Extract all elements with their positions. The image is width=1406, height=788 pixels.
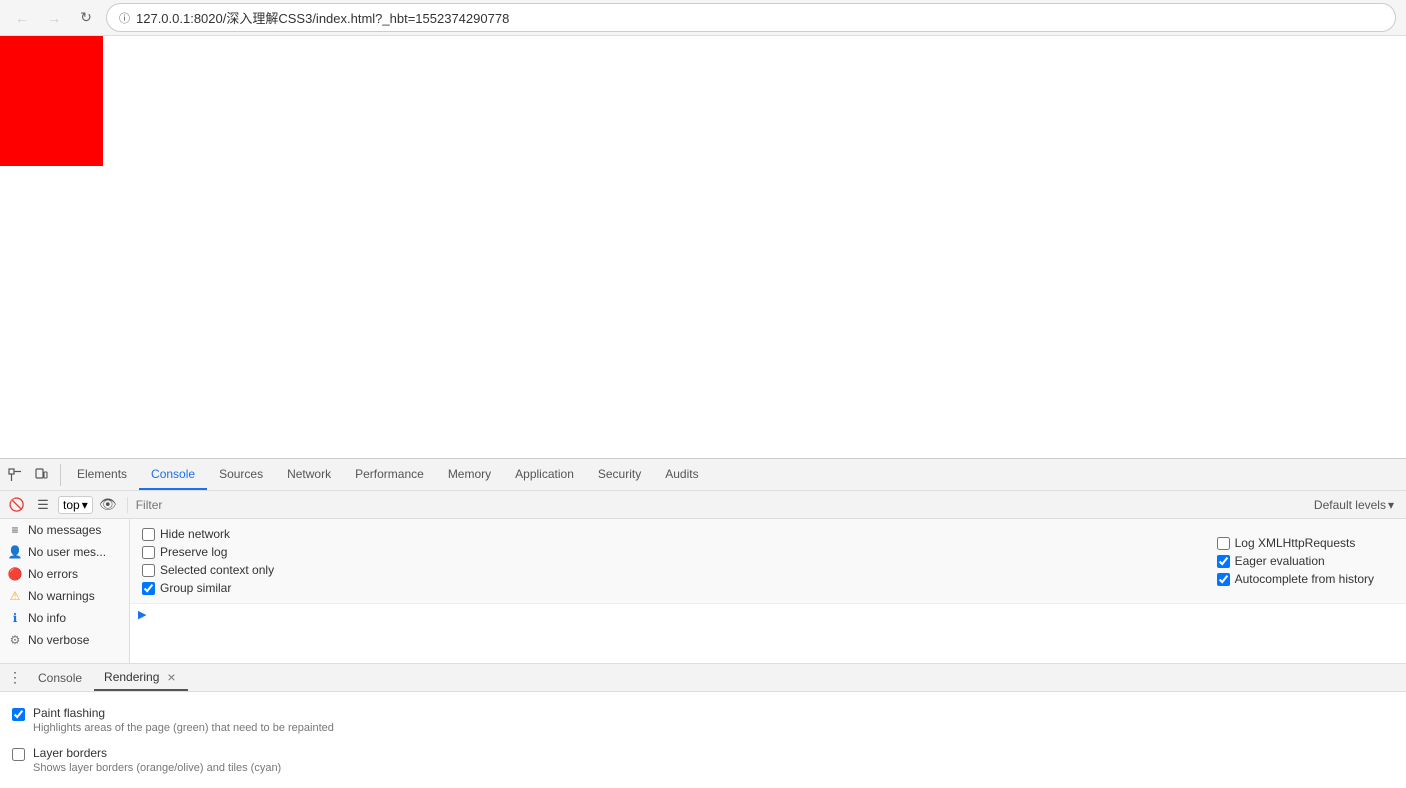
sidebar-item-info[interactable]: ℹ No info [0,607,129,629]
address-bar[interactable]: ⓘ 127.0.0.1:8020/深入理解CSS3/index.html?_hb… [106,3,1396,32]
sidebar-item-verbose[interactable]: ⚙ No verbose [0,629,129,651]
bottom-drawer: ⋮ Console Rendering × Paint flashing Hig… [0,663,1406,788]
chevron-down-icon: ▾ [1388,498,1394,512]
log-xhr-checkbox[interactable] [1217,537,1230,550]
sidebar-item-messages[interactable]: ≡ No messages [0,519,129,541]
console-options-row-1: Hide network Preserve log Selected conte… [142,527,1394,595]
eager-evaluation-checkbox[interactable] [1217,555,1230,568]
filter-input[interactable] [136,498,1304,512]
red-box [0,36,103,166]
context-selector[interactable]: top ▾ [58,496,93,514]
drawer-tab-list: ⋮ Console Rendering × [0,664,1406,692]
sidebar-item-errors[interactable]: 🔴 No errors [0,563,129,585]
tab-application[interactable]: Application [503,459,586,490]
devtools-toolbar: Elements Console Sources Network Perform… [0,459,1406,491]
drawer-tab-console[interactable]: Console [28,664,92,691]
error-icon: 🔴 [8,567,22,581]
preserve-log-checkbox[interactable] [142,546,155,559]
selected-context-checkbox[interactable] [142,564,155,577]
default-levels-selector[interactable]: Default levels ▾ [1308,498,1400,512]
browser-chrome: ← → ↻ ⓘ 127.0.0.1:8020/深入理解CSS3/index.ht… [0,0,1406,36]
tab-memory[interactable]: Memory [436,459,503,490]
devtools: Elements Console Sources Network Perform… [0,458,1406,788]
verbose-icon: ⚙ [8,633,22,647]
back-button[interactable]: ← [10,6,34,30]
tab-network[interactable]: Network [275,459,343,490]
layer-borders-checkbox[interactable] [12,748,25,761]
inspect-element-button[interactable] [4,464,26,486]
option-preserve-log[interactable]: Preserve log [142,545,274,559]
forward-button[interactable]: → [42,6,66,30]
tab-performance[interactable]: Performance [343,459,436,490]
lock-icon: ⓘ [119,10,130,26]
drawer-menu-button[interactable]: ⋮ [4,667,26,689]
tab-security[interactable]: Security [586,459,653,490]
url-text: 127.0.0.1:8020/深入理解CSS3/index.html?_hbt=… [136,8,509,27]
option-hide-network[interactable]: Hide network [142,527,274,541]
tab-elements[interactable]: Elements [65,459,139,490]
rendering-panel: Paint flashing Highlights areas of the p… [0,692,1406,788]
tab-audits[interactable]: Audits [653,459,710,490]
toggle-sidebar-button[interactable]: ☰ [32,494,54,516]
autocomplete-history-checkbox[interactable] [1217,573,1230,586]
user-icon: 👤 [8,545,22,559]
custom-formatters-button[interactable]: 👁 [97,494,119,516]
console-content: ▶ [130,604,1406,663]
device-toolbar-button[interactable] [30,464,52,486]
option-autocomplete-history[interactable]: Autocomplete from history [1217,572,1374,586]
group-similar-checkbox[interactable] [142,582,155,595]
console-main: Hide network Preserve log Selected conte… [130,519,1406,663]
option-log-xhr[interactable]: Log XMLHttpRequests [1217,536,1374,550]
info-icon: ℹ [8,611,22,625]
paint-flashing-checkbox[interactable] [12,708,25,721]
console-body: ≡ No messages 👤 No user mes... 🔴 No erro… [0,519,1406,663]
chevron-down-icon: ▾ [82,498,88,512]
rendering-option-paint-flashing[interactable]: Paint flashing Highlights areas of the p… [12,700,1394,740]
warning-icon: ⚠ [8,589,22,603]
devtools-icon-group [4,464,61,486]
devtools-tab-list: Elements Console Sources Network Perform… [65,459,711,490]
option-eager-evaluation[interactable]: Eager evaluation [1217,554,1374,568]
list-icon: ≡ [8,523,22,537]
toolbar-separator [127,497,128,513]
sidebar-item-user-messages[interactable]: 👤 No user mes... [0,541,129,563]
console-toolbar: 🚫 ☰ top ▾ 👁 Default levels ▾ [0,491,1406,519]
page-content [0,36,1406,458]
sidebar-item-warnings[interactable]: ⚠ No warnings [0,585,129,607]
rendering-tab-close-button[interactable]: × [165,670,177,684]
console-sidebar: ≡ No messages 👤 No user mes... 🔴 No erro… [0,519,130,663]
option-selected-context[interactable]: Selected context only [142,563,274,577]
drawer-tab-rendering[interactable]: Rendering × [94,664,188,691]
reload-button[interactable]: ↻ [74,6,98,30]
hide-network-checkbox[interactable] [142,528,155,541]
tab-console[interactable]: Console [139,459,207,490]
console-options: Hide network Preserve log Selected conte… [130,519,1406,604]
expand-arrow[interactable]: ▶ [130,604,1406,625]
rendering-option-layer-borders[interactable]: Layer borders Shows layer borders (orang… [12,740,1394,780]
clear-console-button[interactable]: 🚫 [6,494,28,516]
option-group-similar[interactable]: Group similar [142,581,274,595]
tab-sources[interactable]: Sources [207,459,275,490]
